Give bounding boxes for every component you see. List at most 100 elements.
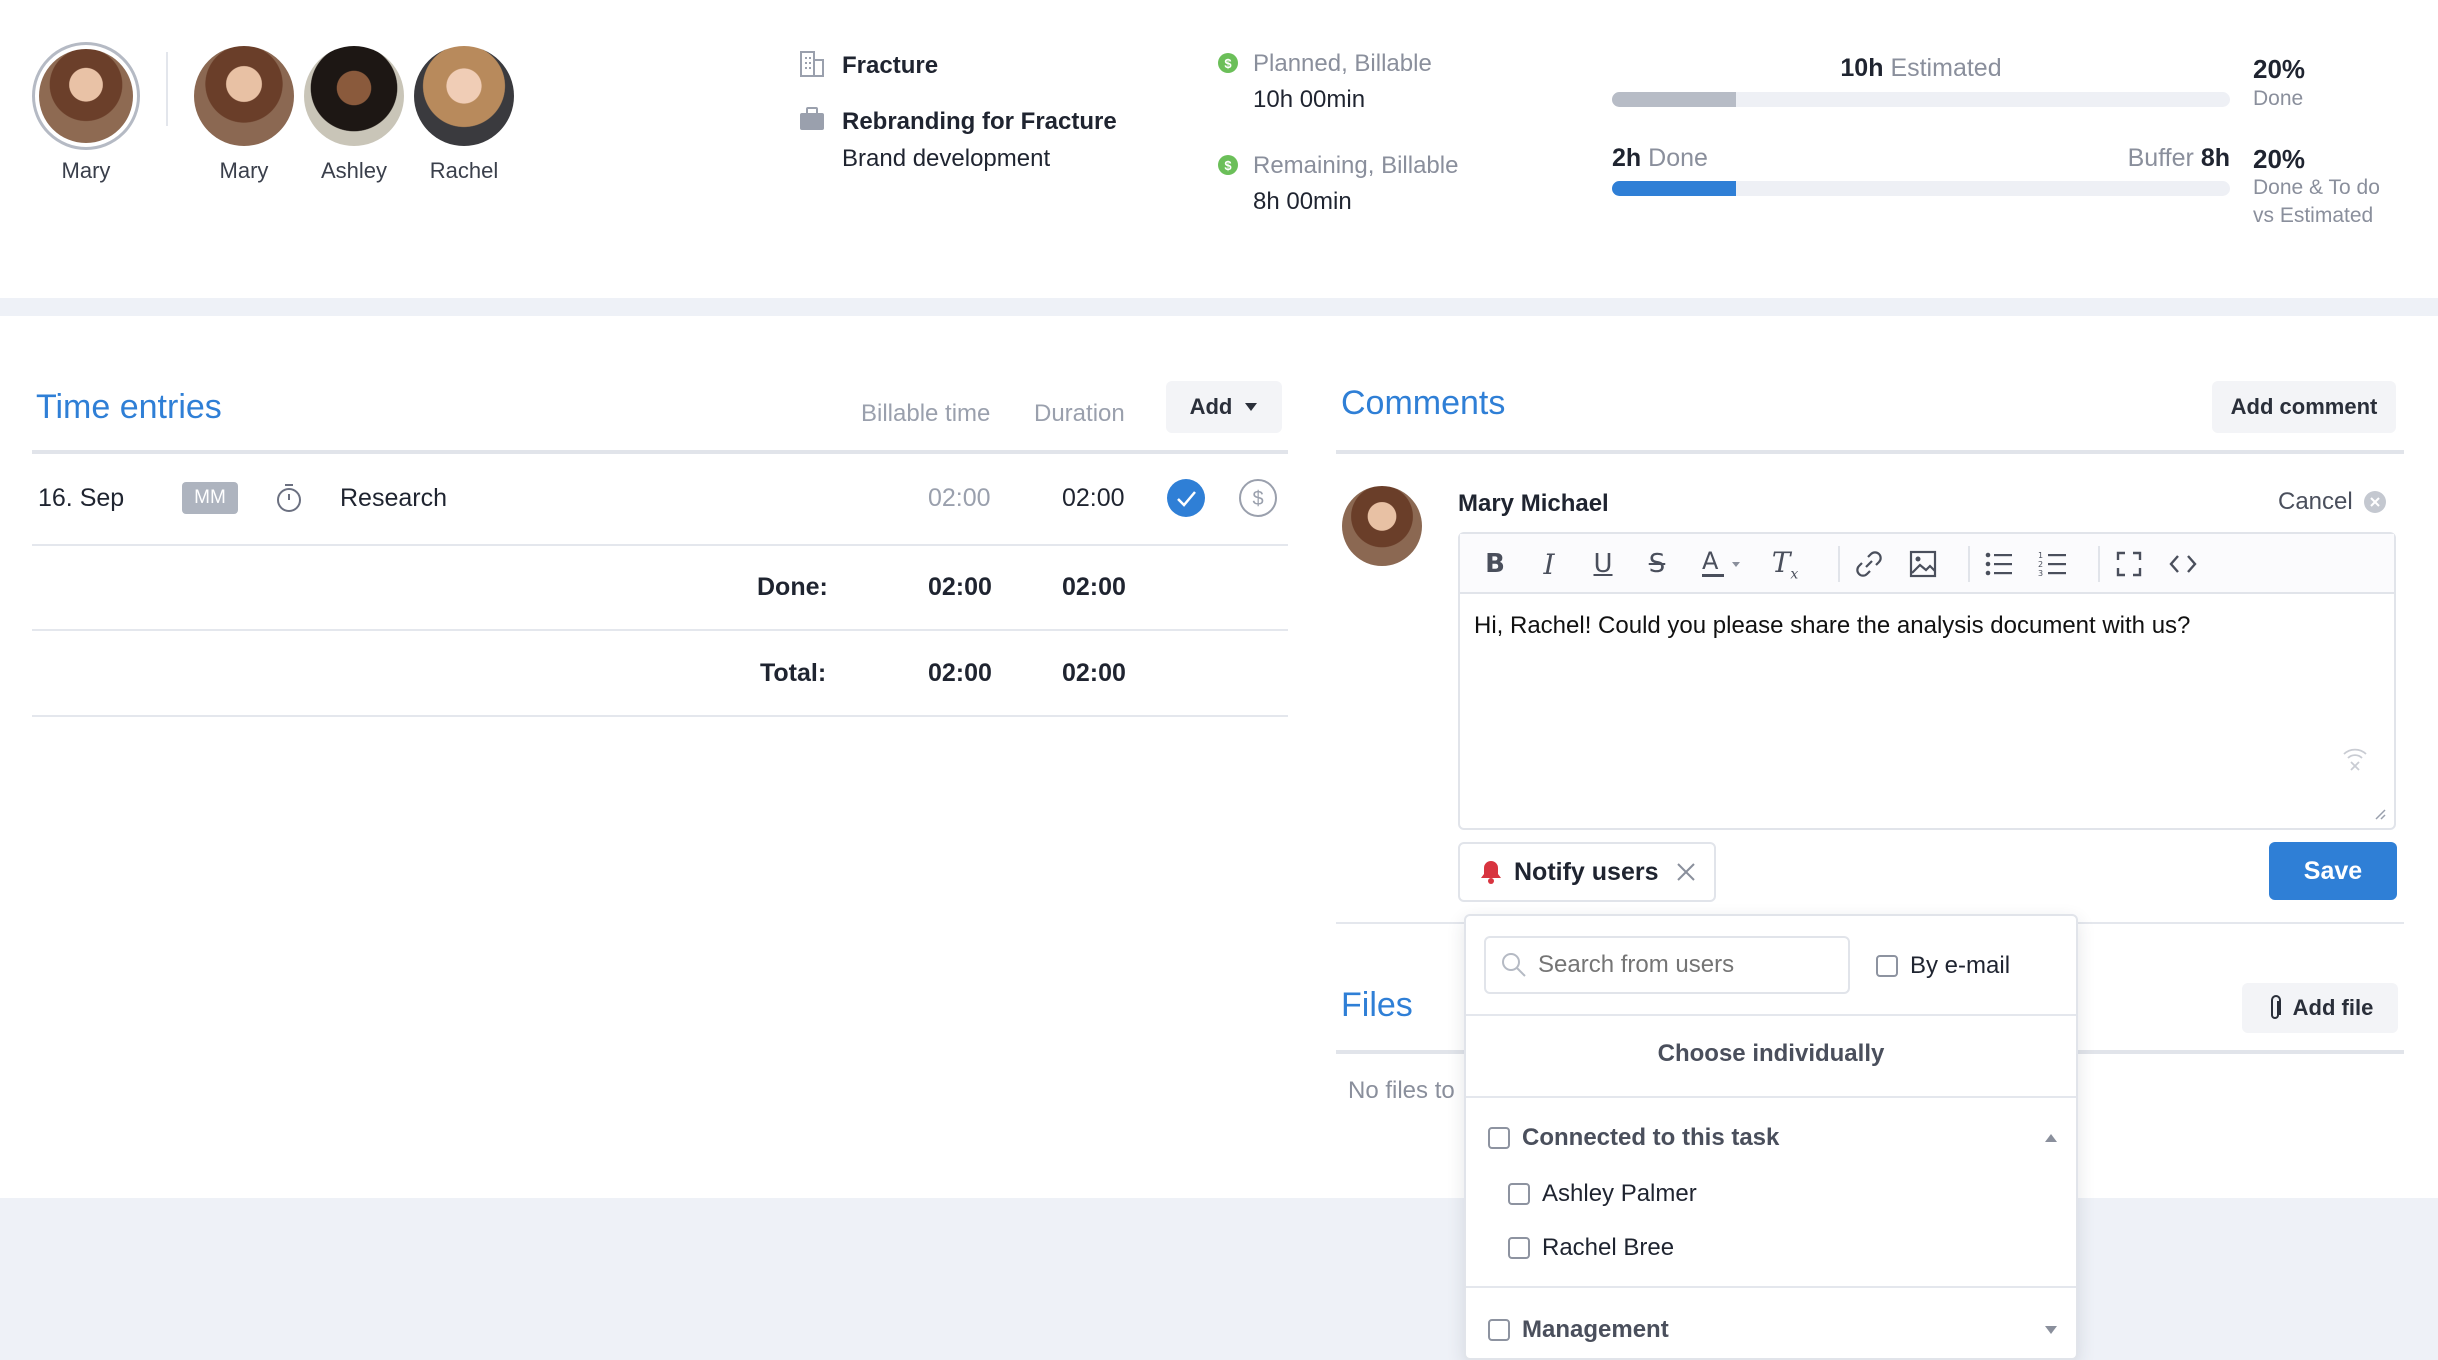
billable-time-header: Billable time (861, 400, 991, 427)
user-checkbox[interactable] (1508, 1237, 1530, 1259)
task-header: Mary Mary Ashley Rachel Fracture Rebrand… (0, 0, 2438, 298)
user-checkbox[interactable] (1508, 1183, 1530, 1205)
add-file-button[interactable]: Add file (2242, 983, 2398, 1033)
group-checkbox[interactable] (1488, 1319, 1510, 1341)
svg-text:1: 1 (2038, 551, 2043, 560)
stopwatch-icon[interactable] (274, 482, 304, 514)
choose-individually-option[interactable]: Choose individually (1466, 1040, 2076, 1068)
clear-format-icon[interactable]: Tx (1760, 534, 1810, 594)
total-sum-label: Total: (760, 659, 827, 687)
user-option[interactable]: Rachel Bree (1508, 1234, 1674, 1262)
underline-icon[interactable]: U (1578, 534, 1628, 594)
code-view-icon[interactable] (2158, 534, 2208, 594)
done-todo-label-2: vs Estimated (2253, 204, 2374, 227)
approved-check-icon[interactable] (1166, 478, 1206, 518)
notify-users-button[interactable]: Notify users (1458, 842, 1716, 902)
group-connected-to-task[interactable]: Connected to this task (1488, 1124, 2058, 1152)
done-todo-label: Done & To do (2253, 176, 2380, 199)
bullet-list-icon[interactable] (1974, 534, 2024, 594)
text-color-icon[interactable]: A (1686, 534, 1756, 594)
user-search-input[interactable] (1538, 951, 1828, 979)
resize-handle-icon[interactable] (2374, 808, 2386, 820)
time-entry-row[interactable]: 16. Sep MM Research 02:00 02:00 $ (32, 454, 1288, 544)
files-empty-text: No files to (1348, 1077, 1455, 1104)
comments-divider (1336, 450, 2404, 454)
image-icon[interactable] (1898, 534, 1948, 594)
avatar-ashley[interactable] (304, 46, 404, 146)
cancel-label: Cancel (2278, 488, 2353, 515)
user-option[interactable]: Ashley Palmer (1508, 1180, 1697, 1208)
by-email-option[interactable]: By e-mail (1876, 952, 2010, 980)
remaining-value: 8h 00min (1253, 188, 1352, 215)
dropdown-divider (1466, 1286, 2076, 1288)
done-percent-label: Done (2253, 87, 2304, 110)
notify-users-label: Notify users (1514, 857, 1659, 886)
toolbar-separator (1838, 546, 1840, 582)
entry-duration: 02:00 (1062, 484, 1125, 512)
group-checkbox[interactable] (1488, 1127, 1510, 1149)
svg-text:$: $ (1252, 488, 1263, 510)
done-progress-fill (1612, 181, 1736, 196)
time-entries-title: Time entries (36, 388, 222, 426)
add-time-entry-button[interactable]: Add (1166, 381, 1282, 433)
by-email-checkbox[interactable] (1876, 955, 1898, 977)
done-sum-billable: 02:00 (928, 573, 992, 601)
svg-text:A: A (1702, 547, 1719, 575)
italic-icon[interactable]: I (1524, 534, 1574, 594)
client-name[interactable]: Fracture (842, 52, 938, 80)
done-value: 2h (1612, 144, 1642, 172)
avatar-rachel[interactable] (414, 46, 514, 146)
toolbar-separator (1968, 546, 1970, 582)
paperclip-icon (2267, 994, 2283, 1022)
fullscreen-icon[interactable] (2104, 534, 2154, 594)
numbered-list-icon[interactable]: 123 (2028, 534, 2078, 594)
section-divider-band (0, 298, 2438, 316)
add-comment-button[interactable]: Add comment (2212, 381, 2396, 433)
strikethrough-icon[interactable]: S (1632, 534, 1682, 594)
avatar-owner[interactable] (32, 42, 140, 150)
files-title: Files (1341, 986, 1413, 1024)
grammar-extension-icon[interactable] (2340, 744, 2370, 772)
user-label: Rachel Bree (1542, 1234, 1675, 1261)
comments-title: Comments (1341, 384, 1506, 422)
row-divider (32, 629, 1288, 631)
dropdown-divider (1466, 1014, 2076, 1016)
dropdown-divider (1466, 1096, 2076, 1098)
comment-editor: B I U S A Tx 123 Hi, Rachel! Could you p… (1458, 532, 2396, 830)
caret-up-icon[interactable] (2044, 1133, 2058, 1143)
planned-label: Planned, Billable (1253, 50, 1432, 77)
caret-down-icon[interactable] (2044, 1325, 2058, 1335)
remaining-label: Remaining, Billable (1253, 152, 1459, 179)
billable-dollar-icon: $ (1218, 53, 1238, 73)
entry-billable-time: 02:00 (928, 484, 991, 512)
briefcase-icon (798, 106, 826, 132)
done-label: Done (1648, 144, 1708, 172)
user-search-box[interactable] (1484, 936, 1850, 994)
avatar-owner-name: Mary (61, 158, 111, 183)
project-name[interactable]: Rebranding for Fracture (842, 108, 1117, 136)
row-divider (32, 544, 1288, 546)
avatar-mary[interactable] (194, 46, 294, 146)
bold-icon[interactable]: B (1470, 534, 1520, 594)
cancel-comment-button[interactable]: Cancel (2278, 488, 2387, 516)
estimated-progress-bar (1612, 92, 2230, 107)
toolbar-separator (2098, 546, 2100, 582)
buffer-value: 8h (2200, 144, 2230, 172)
row-divider (32, 715, 1288, 717)
entry-task: Research (340, 484, 447, 512)
duration-header: Duration (1034, 400, 1125, 427)
comment-text-area[interactable]: Hi, Rachel! Could you please share the a… (1474, 612, 2374, 640)
by-email-label: By e-mail (1910, 952, 2011, 979)
entry-date: 16. Sep (38, 484, 125, 512)
link-icon[interactable] (1844, 534, 1894, 594)
avatar-mary-name: Mary (219, 158, 269, 183)
estimated-value: 10h (1840, 54, 1884, 82)
caret-down-icon (1244, 402, 1258, 412)
billable-dollar-icon: $ (1218, 155, 1238, 175)
group-management[interactable]: Management (1488, 1316, 2058, 1344)
billable-dollar-toggle-icon[interactable]: $ (1238, 478, 1278, 518)
estimated-label: Estimated (1890, 54, 2002, 82)
close-icon[interactable] (1676, 862, 1696, 882)
estimated-caption: 10h Estimated (1612, 54, 2230, 83)
save-comment-button[interactable]: Save (2269, 842, 2397, 900)
